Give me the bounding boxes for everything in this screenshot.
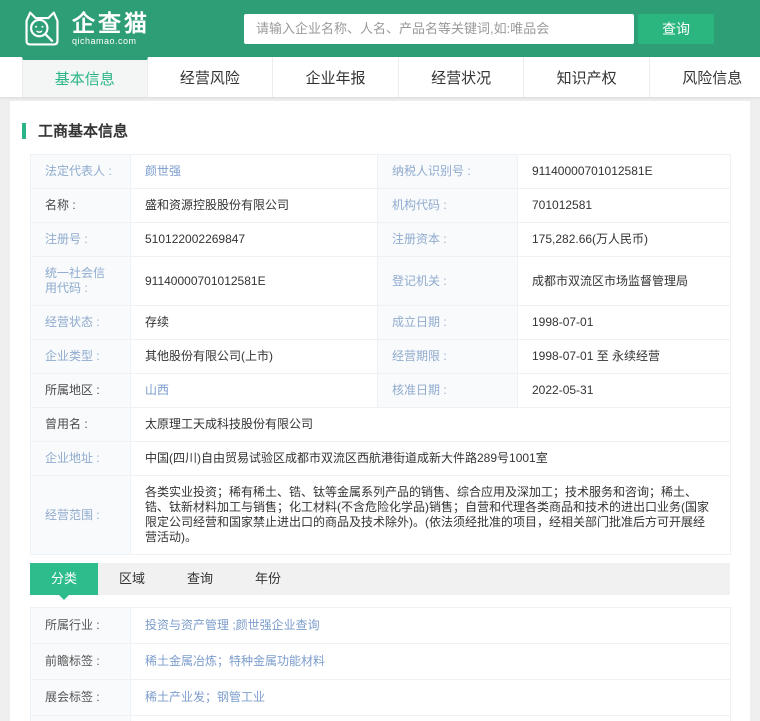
filter-tab-query[interactable]: 查询	[166, 563, 234, 595]
table-row: 经营范围 : 各类实业投资；稀有稀土、锆、钛等金属系列产品的销售、综合应用及深加…	[30, 475, 731, 555]
site-header: 企查猫 qichamao.com 查询	[0, 0, 760, 57]
field-value: 颜世强	[130, 154, 378, 189]
tab-risk-info[interactable]: 风险信息	[650, 57, 760, 97]
field-value: 太原理工天成科技股份有限公司	[130, 407, 731, 442]
exhibition-tag-links[interactable]: 稀土产业发；钢管工业	[145, 690, 265, 704]
field-value: 1998-07-01	[517, 305, 731, 340]
field-value: 稀土金属冶炼；特种金属功能材料	[130, 643, 731, 680]
accent-bar	[22, 122, 26, 139]
field-label: 前瞻标签 :	[30, 643, 131, 680]
table-row: 所属行业 : 投资与资产管理 ;颜世强企业查询	[30, 607, 731, 644]
brand-name: 企查猫	[72, 10, 150, 37]
field-label: 企业地址 :	[30, 441, 131, 476]
table-row: 前瞻标签 : 稀土金属冶炼；特种金属功能材料	[30, 643, 731, 680]
field-value: 1998-07-01 至 永续经营	[517, 339, 731, 374]
table-row: 展会标签 : 稀土产业发；钢管工业	[30, 679, 731, 716]
qichamao-logo[interactable]: 企查猫 qichamao.com	[20, 9, 150, 49]
filter-tab-year[interactable]: 年份	[234, 563, 302, 595]
filter-tab-region[interactable]: 区域	[98, 563, 166, 595]
field-value: 成都市双流区市场监督管理局	[517, 256, 731, 306]
table-row: 法定代表人 : 颜世强 纳税人识别号 : 91140000701012581E	[30, 154, 731, 189]
table-row: 企业地址 : 中国(四川)自由贸易试验区成都市双流区西航港街道成新大件路289号…	[30, 441, 731, 476]
page-body: 工商基本信息 法定代表人 : 颜世强 纳税人识别号 : 911400007010…	[0, 97, 760, 721]
main-nav: 基本信息 经营风险 企业年报 经营状况 知识产权 风险信息	[0, 57, 760, 97]
field-value: 510122002269847	[130, 222, 378, 257]
tab-business-risk[interactable]: 经营风险	[148, 57, 274, 97]
region-link[interactable]: 山西	[145, 383, 169, 397]
brand-text: 企查猫 qichamao.com	[72, 11, 150, 45]
search-bar: 查询	[244, 13, 714, 44]
field-value: 2022-05-31	[517, 373, 731, 408]
field-value: 存续	[130, 305, 378, 340]
field-label: 所属地区 :	[30, 373, 131, 408]
filter-tab-category[interactable]: 分类	[30, 563, 99, 595]
table-row: 所属地区 : 山西 核准日期 : 2022-05-31	[30, 373, 731, 408]
field-label: 经营状态 :	[30, 305, 131, 340]
tab-basic-info[interactable]: 基本信息	[22, 57, 148, 97]
table-row: 业务标签 : 销售；各类；材料；技术咨询	[30, 715, 731, 721]
field-value: 701012581	[517, 188, 731, 223]
field-label: 统一社会信用代码 :	[30, 256, 131, 306]
table-row: 统一社会信用代码 : 91140000701012581E 登记机关 : 成都市…	[30, 256, 731, 306]
industry-links[interactable]: 投资与资产管理 ;颜世强企业查询	[145, 618, 320, 632]
field-label: 核准日期 :	[377, 373, 518, 408]
field-value: 91140000701012581E	[517, 154, 731, 189]
field-label: 经营期限 :	[377, 339, 518, 374]
field-value: 稀土产业发；钢管工业	[130, 679, 731, 716]
tab-operating-status[interactable]: 经营状况	[399, 57, 525, 97]
section-header: 工商基本信息	[22, 120, 730, 141]
legal-representative-link[interactable]: 颜世强	[145, 164, 181, 178]
field-label: 企业类型 :	[30, 339, 131, 374]
field-value: 山西	[130, 373, 378, 408]
field-label: 成立日期 :	[377, 305, 518, 340]
cat-magnifier-icon	[25, 11, 59, 46]
field-label: 登记机关 :	[377, 256, 518, 306]
field-label: 注册号 :	[30, 222, 131, 257]
tab-intellectual-property[interactable]: 知识产权	[524, 57, 650, 97]
tags-table: 所属行业 : 投资与资产管理 ;颜世强企业查询 前瞻标签 : 稀土金属冶炼；特种…	[30, 607, 731, 721]
business-scope-value: 各类实业投资；稀有稀土、锆、钛等金属系列产品的销售、综合应用及深加工；技术服务和…	[130, 475, 731, 555]
brand-domain: qichamao.com	[72, 35, 137, 46]
table-row: 注册号 : 510122002269847 注册资本 : 175,282.66(…	[30, 222, 731, 257]
field-value: 销售；各类；材料；技术咨询	[130, 715, 731, 721]
company-info-table: 法定代表人 : 颜世强 纳税人识别号 : 91140000701012581E …	[30, 154, 731, 555]
field-label: 纳税人识别号 :	[377, 154, 518, 189]
field-value: 投资与资产管理 ;颜世强企业查询	[130, 607, 731, 644]
table-row: 曾用名 : 太原理工天成科技股份有限公司	[30, 407, 731, 442]
content-card: 工商基本信息 法定代表人 : 颜世强 纳税人识别号 : 911400007010…	[10, 101, 750, 721]
foresight-tag-links[interactable]: 稀土金属冶炼；特种金属功能材料	[145, 654, 325, 668]
field-value: 中国(四川)自由贸易试验区成都市双流区西航港街道成新大件路289号1001室	[130, 441, 731, 476]
field-label: 展会标签 :	[30, 679, 131, 716]
search-input[interactable]	[244, 13, 634, 44]
table-row: 经营状态 : 存续 成立日期 : 1998-07-01	[30, 305, 731, 340]
search-button[interactable]: 查询	[638, 13, 714, 44]
field-label: 经营范围 :	[30, 475, 131, 555]
table-row: 企业类型 : 其他股份有限公司(上市) 经营期限 : 1998-07-01 至 …	[30, 339, 731, 374]
field-label: 机构代码 :	[377, 188, 518, 223]
page-title: 工商基本信息	[38, 123, 129, 140]
field-value: 其他股份有限公司(上市)	[130, 339, 378, 374]
tab-annual-report[interactable]: 企业年报	[273, 57, 399, 97]
table-row: 名称 : 盛和资源控股股份有限公司 机构代码 : 701012581	[30, 188, 731, 223]
field-label: 名称 :	[30, 188, 131, 223]
filter-tab-bar: 分类 区域 查询 年份	[30, 563, 730, 595]
field-value: 175,282.66(万人民币)	[517, 222, 731, 257]
field-label: 业务标签 :	[30, 715, 131, 721]
field-label: 注册资本 :	[377, 222, 518, 257]
field-label: 法定代表人 :	[30, 154, 131, 189]
field-label: 曾用名 :	[30, 407, 131, 442]
field-value: 91140000701012581E	[130, 256, 378, 306]
field-value: 盛和资源控股股份有限公司	[130, 188, 378, 223]
field-label: 所属行业 :	[30, 607, 131, 644]
